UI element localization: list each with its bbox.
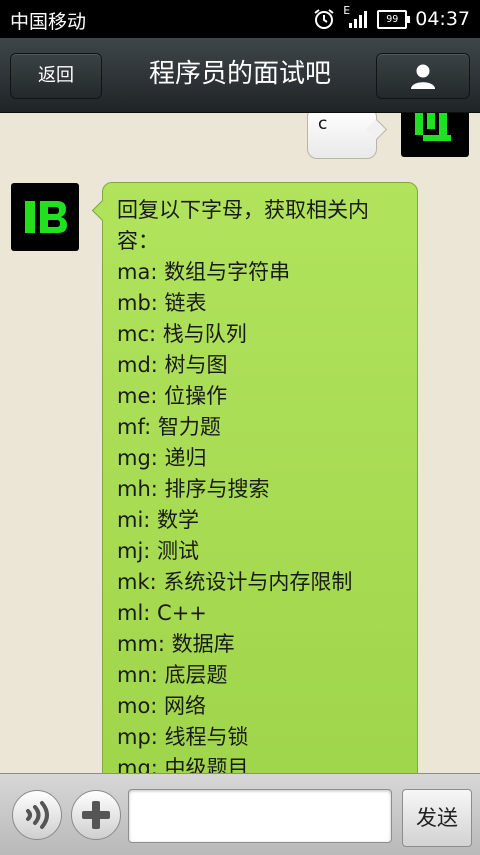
- outgoing-message-bubble[interactable]: c: [307, 113, 377, 159]
- avatar-logo-icon: [415, 113, 451, 141]
- menu-option: mo: 网络: [117, 694, 207, 718]
- menu-option: mm: 数据库: [117, 632, 235, 656]
- menu-option: mk: 系统设计与内存限制: [117, 570, 353, 594]
- incoming-message-text: 回复以下字母，获取相关内容： ma: 数组与字符串 mb: 链表 mc: 栈与队…: [117, 195, 407, 773]
- status-icons: E 99 04:37: [313, 4, 470, 32]
- menu-option: me: 位操作: [117, 384, 228, 408]
- menu-option: mq: 中级题目: [117, 756, 249, 773]
- send-button[interactable]: 发送: [402, 789, 472, 847]
- menu-option: mc: 栈与队列: [117, 322, 247, 346]
- plus-icon: [82, 801, 110, 829]
- message-intro: 回复以下字母，获取相关内容：: [117, 198, 369, 253]
- back-button[interactable]: 返回: [10, 53, 102, 99]
- menu-option: mf: 智力题: [117, 415, 221, 439]
- menu-option: mg: 递归: [117, 446, 207, 470]
- carrier-name: 中国移动: [10, 11, 87, 33]
- back-button-label: 返回: [38, 65, 74, 86]
- more-button[interactable]: [71, 790, 121, 840]
- input-bar: 发送: [0, 773, 480, 855]
- menu-option: ma: 数组与字符串: [117, 260, 291, 284]
- page-title: 程序员的面试吧: [148, 59, 331, 89]
- my-avatar[interactable]: [401, 113, 469, 157]
- menu-option: mh: 排序与搜索: [117, 477, 270, 501]
- menu-option: mp: 线程与锁: [117, 725, 249, 749]
- menu-option: md: 树与图: [117, 353, 228, 377]
- title-bar: 返回 程序员的面试吧: [0, 38, 480, 113]
- menu-option: mi: 数学: [117, 508, 200, 532]
- menu-option: ml: C++: [117, 601, 207, 625]
- voice-button[interactable]: [12, 790, 62, 840]
- signal-icon: E: [343, 4, 369, 30]
- clock: 04:37: [415, 8, 470, 30]
- voice-icon: [26, 801, 49, 829]
- status-bar: 中国移动 E 99 04:37: [0, 0, 480, 38]
- message-input[interactable]: [128, 789, 392, 843]
- person-icon: [411, 64, 435, 89]
- menu-option: mj: 测试: [117, 539, 200, 563]
- menu-option: mb: 链表: [117, 291, 207, 315]
- incoming-message-bubble[interactable]: 回复以下字母，获取相关内容： ma: 数组与字符串 mb: 链表 mc: 栈与队…: [102, 182, 418, 773]
- outgoing-message-text: c: [318, 114, 328, 134]
- alarm-icon: [314, 9, 334, 29]
- battery-icon: 99: [377, 9, 411, 29]
- avatar-logo-icon: [25, 201, 67, 233]
- sender-avatar[interactable]: [11, 183, 79, 251]
- profile-button[interactable]: [376, 53, 470, 99]
- menu-option: mn: 底层题: [117, 663, 228, 687]
- chat-area[interactable]: c 回复以下字母，获取相关内容： ma: 数组与字符串 mb: 链表 mc: 栈…: [0, 113, 480, 773]
